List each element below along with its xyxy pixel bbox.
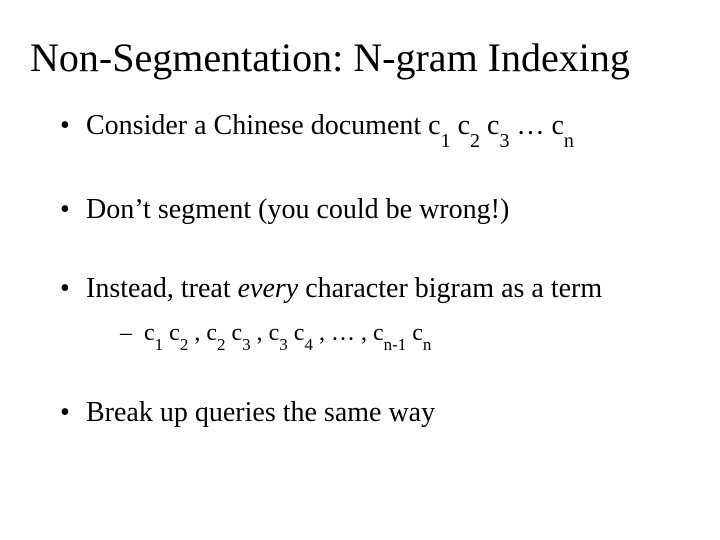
subscript-4: 4 <box>304 335 313 354</box>
subscript-2: 2 <box>180 335 189 354</box>
bullet-consider-document: Consider a Chinese document c1 c2 c3 … c… <box>60 108 690 148</box>
text: c <box>144 320 155 346</box>
emphasis-every: every <box>238 273 299 304</box>
subscript-1: 1 <box>155 335 164 354</box>
bullet-instead: Instead, treat every character bigram as… <box>60 271 690 352</box>
text: c <box>288 320 305 346</box>
text: c <box>480 110 499 141</box>
subscript-n-1: n-1 <box>384 335 407 354</box>
subscript-2: 2 <box>217 335 226 354</box>
subscript-n: n <box>564 130 574 152</box>
subscript-3: 3 <box>242 335 251 354</box>
text: Instead, treat <box>86 273 238 304</box>
text: c <box>451 110 470 141</box>
text: , c <box>188 320 217 346</box>
sub-bullet-list: c1 c2 , c2 c3 , c3 c4 , … , cn-1 cn <box>86 318 690 352</box>
sub-bullet-bigrams: c1 c2 , c2 c3 , c3 c4 , … , cn-1 cn <box>120 318 690 352</box>
subscript-2: 2 <box>470 130 480 152</box>
subscript-3: 3 <box>279 335 288 354</box>
text: Consider a Chinese document c <box>86 110 441 141</box>
text: , … , c <box>313 320 384 346</box>
slide: Non-Segmentation: N-gram Indexing Consid… <box>0 0 720 540</box>
bullet-break-queries: Break up queries the same way <box>60 395 690 430</box>
text: c <box>406 320 423 346</box>
subscript-n: n <box>423 335 432 354</box>
text: character bigram as a term <box>298 273 602 304</box>
subscript-3: 3 <box>499 130 509 152</box>
text: c <box>163 320 180 346</box>
bullet-dont-segment: Don’t segment (you could be wrong!) <box>60 192 690 227</box>
subscript-1: 1 <box>441 130 451 152</box>
slide-title: Non-Segmentation: N-gram Indexing <box>30 36 690 80</box>
text: c <box>225 320 242 346</box>
text: , c <box>251 320 280 346</box>
text: … c <box>509 110 563 141</box>
bullet-list: Consider a Chinese document c1 c2 c3 … c… <box>30 108 690 430</box>
